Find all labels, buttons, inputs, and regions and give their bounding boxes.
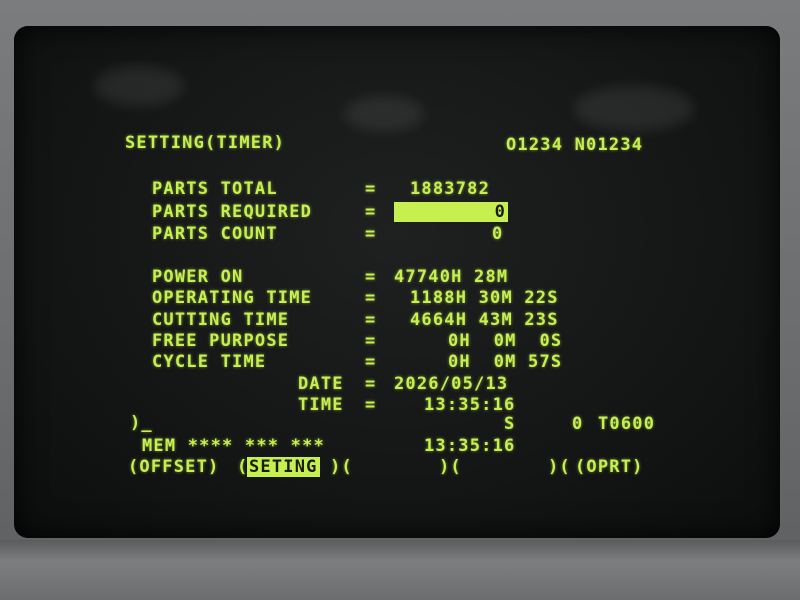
parts-count-eq: =	[365, 224, 377, 244]
cutting-time-value: 4664H 43M 23S	[410, 310, 559, 330]
time-eq: =	[365, 395, 377, 415]
softkey-setting[interactable]: SETING	[247, 457, 320, 477]
screen-glare	[344, 96, 424, 131]
parts-required-label: PARTS REQUIRED	[152, 202, 313, 222]
date-value: 2026/05/13	[394, 374, 509, 394]
page-title: SETTING(TIMER)	[125, 133, 286, 153]
parts-count-label: PARTS COUNT	[152, 224, 278, 244]
softkey-offset[interactable]: (OFFSET)	[128, 457, 219, 477]
parts-required-eq: =	[365, 202, 377, 222]
power-on-label: POWER ON	[152, 267, 244, 287]
spindle-label: S	[504, 414, 516, 434]
cutting-time-label: CUTTING TIME	[152, 310, 290, 330]
mode-status: MEM **** *** ***	[142, 436, 325, 456]
power-on-eq: =	[365, 267, 377, 287]
date-eq: =	[365, 374, 377, 394]
free-purpose-label: FREE PURPOSE	[152, 331, 290, 351]
status-clock: 13:35:16	[424, 436, 516, 456]
softkey-blank-2[interactable]: )(	[548, 457, 571, 477]
operating-time-value: 1188H 30M 22S	[410, 288, 559, 308]
cutting-time-eq: =	[365, 310, 377, 330]
free-purpose-value: 0H 0M 0S	[448, 331, 563, 351]
cnc-screen: SETTING(TIMER) O1234 N01234 PARTS TOTAL …	[14, 26, 780, 538]
cycle-time-eq: =	[365, 352, 377, 372]
program-number: O1234 N01234	[506, 135, 644, 155]
parts-count-value: 0	[492, 224, 504, 244]
time-value: 13:35:16	[424, 395, 516, 415]
parts-total-value: 1883782	[410, 179, 491, 199]
parts-total-label: PARTS TOTAL	[152, 179, 278, 199]
screen-glare	[94, 66, 184, 106]
date-label: DATE	[298, 374, 344, 394]
parts-total-eq: =	[365, 179, 377, 199]
spindle-value: 0	[572, 414, 584, 434]
input-prompt[interactable]: )_	[130, 413, 153, 433]
parts-required-field[interactable]: 0	[394, 202, 508, 222]
power-on-value: 47740H 28M	[394, 267, 509, 287]
free-purpose-eq: =	[365, 331, 377, 351]
time-label: TIME	[298, 395, 344, 415]
operating-time-eq: =	[365, 288, 377, 308]
tool-number: T0600	[598, 414, 656, 434]
softkey-oprt[interactable]: (OPRT)	[575, 457, 644, 477]
softkey-setting-close: )(	[330, 457, 353, 477]
operating-time-label: OPERATING TIME	[152, 288, 313, 308]
cycle-time-label: CYCLE TIME	[152, 352, 267, 372]
softkey-blank-1[interactable]: )(	[439, 457, 462, 477]
screen-glare	[574, 86, 694, 131]
monitor-bezel-bottom	[0, 540, 800, 600]
cycle-time-value: 0H 0M 57S	[448, 352, 563, 372]
